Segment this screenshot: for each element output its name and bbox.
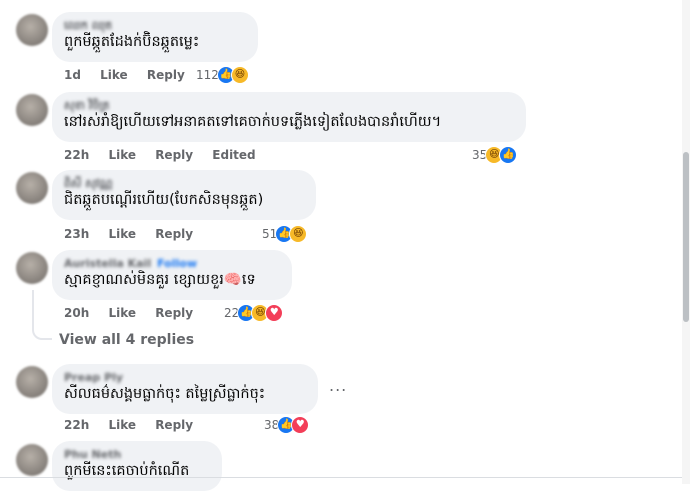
more-options-button[interactable]: ... — [329, 376, 347, 395]
reply-button[interactable]: Reply — [155, 227, 193, 241]
comment-text: នៅរស់រាំឱ្យហើយទៅអនាគតទៅគេចាក់បទភ្លើងទៀតល… — [64, 114, 442, 130]
comment-time[interactable]: 23h — [64, 227, 89, 241]
comment-bubble: Auristella Kail Follow ស្មាគខ្ញាណស់មិនគួរ… — [52, 250, 292, 300]
comment-bubble: ពិសី សុវណ្ណ ជិតឆ្កួតបណ្ដើរហើយ(បែកសិនមុនឆ… — [52, 170, 316, 220]
like-reaction-icon: 👍 — [499, 146, 518, 164]
avatar[interactable] — [16, 366, 48, 398]
love-reaction-icon: ♥ — [291, 416, 310, 434]
reaction-summary[interactable]: 112 👍 😆 — [196, 66, 249, 84]
reply-button[interactable]: Reply — [147, 68, 185, 82]
like-button[interactable]: Like — [108, 306, 136, 320]
avatar[interactable] — [16, 444, 48, 476]
comment-actions: 20h Like Reply — [64, 305, 208, 321]
comment-author[interactable]: ពិសី សុវណ្ណ — [64, 177, 304, 190]
scrollbar[interactable] — [682, 0, 690, 484]
comment-text: ពួកមីឆ្កួតដែងក់ប៊ិនឆ្កួតម្លេះ — [64, 34, 200, 50]
divider — [0, 477, 690, 478]
comment-author[interactable]: Preap Ply — [64, 371, 306, 384]
comment-time[interactable]: 1d — [64, 68, 81, 82]
comment-actions: 22h Like Reply Edited — [64, 147, 271, 163]
like-button[interactable]: Like — [108, 418, 136, 432]
comment-text: ជិតឆ្កួតបណ្ដើរហើយ(បែកសិនមុនឆ្កួត) — [64, 192, 264, 208]
reaction-summary[interactable]: 51 👍 😆 — [262, 225, 308, 243]
avatar[interactable] — [16, 172, 48, 204]
like-button[interactable]: Like — [108, 148, 136, 162]
reaction-summary[interactable]: 22 👍 😆 ♥ — [224, 304, 284, 322]
avatar[interactable] — [16, 94, 48, 126]
haha-reaction-icon: 😆 — [289, 225, 308, 243]
scrollbar-thumb[interactable] — [683, 152, 689, 322]
reply-button[interactable]: Reply — [155, 148, 193, 162]
comment-bubble: សុខា វិចិត្រ នៅរស់រាំឱ្យហើយទៅអនាគតទៅគេចា… — [52, 92, 526, 142]
reaction-count: 112 — [196, 68, 219, 82]
reply-button[interactable]: Reply — [155, 306, 193, 320]
comment-author[interactable]: សុខា វិចិត្រ — [64, 99, 514, 112]
follow-button[interactable]: Follow — [157, 257, 197, 270]
comment-time[interactable]: 22h — [64, 148, 89, 162]
comment-actions: 1d Like Reply — [64, 67, 200, 83]
author-name[interactable]: Auristella Kail — [64, 257, 151, 270]
reply-button[interactable]: Reply — [155, 418, 193, 432]
love-reaction-icon: ♥ — [265, 304, 284, 322]
comment-text: សីលធម៌សង្គមធ្លាក់ចុះ តម្លៃស្រីធ្លាក់ចុះ — [64, 386, 266, 402]
avatar[interactable] — [16, 252, 48, 284]
reaction-summary[interactable]: 35 😆 👍 — [472, 146, 518, 164]
comment-author[interactable]: Phu Neth — [64, 448, 210, 461]
comment-actions: 23h Like Reply — [64, 226, 208, 242]
comment-time[interactable]: 20h — [64, 306, 89, 320]
comment-actions: 22h Like Reply — [64, 417, 208, 433]
comment-text: ពួកមីនេះគេចាប់កំណើត — [64, 463, 190, 479]
comment-bubble: ឈេក ឈុត ពួកមីឆ្កួតដែងក់ប៊ិនឆ្កួតម្លេះ — [52, 12, 258, 62]
reaction-summary[interactable]: 38 👍 ♥ — [264, 416, 310, 434]
like-button[interactable]: Like — [100, 68, 128, 82]
haha-reaction-icon: 😆 — [230, 66, 249, 84]
comment-author[interactable]: Auristella Kail Follow — [64, 257, 280, 270]
like-button[interactable]: Like — [108, 227, 136, 241]
comment-text: ស្មាគខ្ញាណស់មិនគួរ ខ្សោយខួរ🧠ទេ — [64, 272, 256, 288]
comment-time[interactable]: 22h — [64, 418, 89, 432]
comment-bubble: Preap Ply សីលធម៌សង្គមធ្លាក់ចុះ តម្លៃស្រី… — [52, 364, 318, 414]
view-replies-link[interactable]: View all 4 replies — [59, 332, 194, 348]
avatar[interactable] — [16, 14, 48, 46]
edited-label: Edited — [212, 148, 256, 162]
reply-thread-connector — [32, 290, 52, 340]
comment-author[interactable]: ឈេក ឈុត — [64, 19, 246, 32]
